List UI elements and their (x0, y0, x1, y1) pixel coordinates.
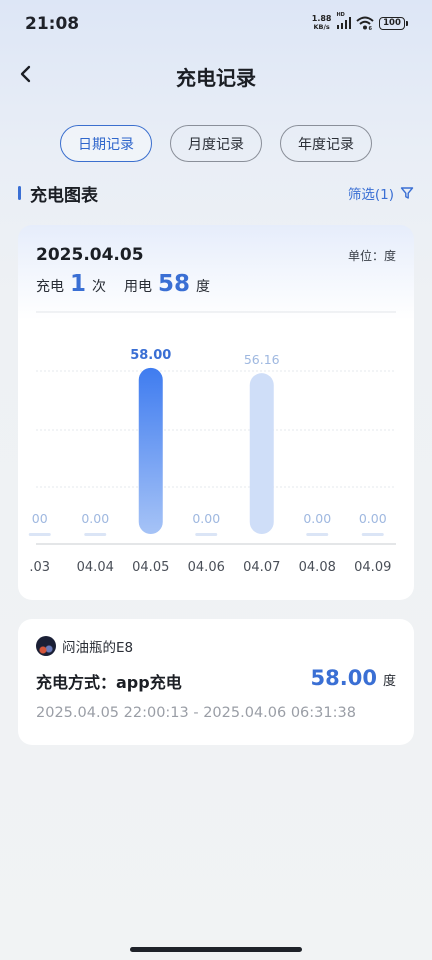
net-speed-unit: KB/s (313, 23, 330, 31)
funnel-icon (400, 187, 414, 199)
charge-amount: 58.00 度 (311, 666, 396, 690)
filter-button[interactable]: 筛选(1) (348, 183, 414, 203)
charge-amount-unit: 度 (382, 674, 396, 689)
vehicle-name: 闷油瓶的E8 (62, 640, 134, 656)
chart-bar[interactable] (249, 373, 274, 534)
chart-bar[interactable] (28, 533, 51, 536)
filter-label: 筛选(1) (347, 187, 394, 203)
vehicle-info: 闷油瓶的E8 (36, 636, 133, 656)
chart-card: 2025.04.05 单位：度 充电 1 次 用电 58 度 00.03 0.00… (18, 225, 414, 600)
x-tick-label: 04.04 (77, 560, 114, 575)
bar-value-label: 58.00 (130, 348, 171, 363)
section-title: 充电图表 (30, 186, 98, 206)
battery-level: 100 (379, 16, 405, 30)
bar-value-label: 0.00 (303, 511, 331, 526)
chart-bar[interactable] (138, 367, 163, 534)
record-tabs: 日期记录 月度记录 年度记录 (0, 125, 432, 162)
tab-yearly[interactable]: 年度记录 (280, 125, 372, 162)
section-accent-bar (18, 186, 21, 200)
chart-bar[interactable] (306, 533, 329, 536)
charge-amount-value: 58.00 (310, 666, 377, 690)
wifi-icon: 6 (356, 16, 374, 30)
tab-monthly[interactable]: 月度记录 (170, 125, 262, 162)
vehicle-avatar (36, 636, 56, 656)
status-bar: 21:08 1.88 KB/s HD 6 100 (0, 0, 432, 48)
x-tick-label: 04.09 (354, 560, 391, 575)
x-tick-label: 04.06 (188, 560, 225, 575)
chart-bar[interactable] (84, 533, 107, 536)
status-time: 21:08 (25, 14, 80, 34)
bar-chart[interactable]: 00 .03 0.00 04.04 58.00 04.05 0.00 04.06 56.16 04… (18, 225, 414, 600)
x-tick-label: 04.05 (132, 560, 169, 575)
svg-text:6: 6 (369, 26, 373, 30)
bar-value-label: 00 (32, 511, 48, 526)
home-indicator[interactable] (130, 947, 302, 952)
bar-value-label: 56.16 (244, 352, 280, 367)
chart-bar[interactable] (195, 533, 218, 536)
net-speed-value: 1.88 (311, 14, 332, 23)
charge-record-card[interactable]: 闷油瓶的E8 充电方式：app充电 58.00 度 2025.04.05 22:… (18, 619, 414, 745)
chart-bar[interactable] (361, 533, 384, 536)
charge-method: 充电方式：app充电 (36, 673, 182, 692)
chart-section-header: 充电图表 筛选(1) (18, 180, 414, 206)
battery-icon: 100 (379, 16, 408, 30)
tab-daily[interactable]: 日期记录 (60, 125, 152, 162)
net-speed: 1.88 KB/s (311, 14, 332, 32)
bar-value-label: 0.00 (81, 511, 109, 526)
bar-value-label: 0.00 (359, 511, 387, 526)
signal-icon: HD (336, 12, 351, 29)
x-tick-label: 04.07 (243, 560, 280, 575)
x-tick-label: 04.08 (299, 560, 336, 575)
status-icons: 1.88 KB/s HD 6 100 (311, 12, 408, 32)
page-header: 充电记录 (0, 52, 432, 96)
signal-hd-tag: HD (336, 12, 345, 18)
x-tick-label: .03 (29, 560, 50, 575)
page-title: 充电记录 (176, 66, 256, 90)
bar-value-label: 0.00 (192, 511, 220, 526)
charge-time-range: 2025.04.05 22:00:13 - 2025.04.06 06:31:3… (36, 705, 356, 721)
